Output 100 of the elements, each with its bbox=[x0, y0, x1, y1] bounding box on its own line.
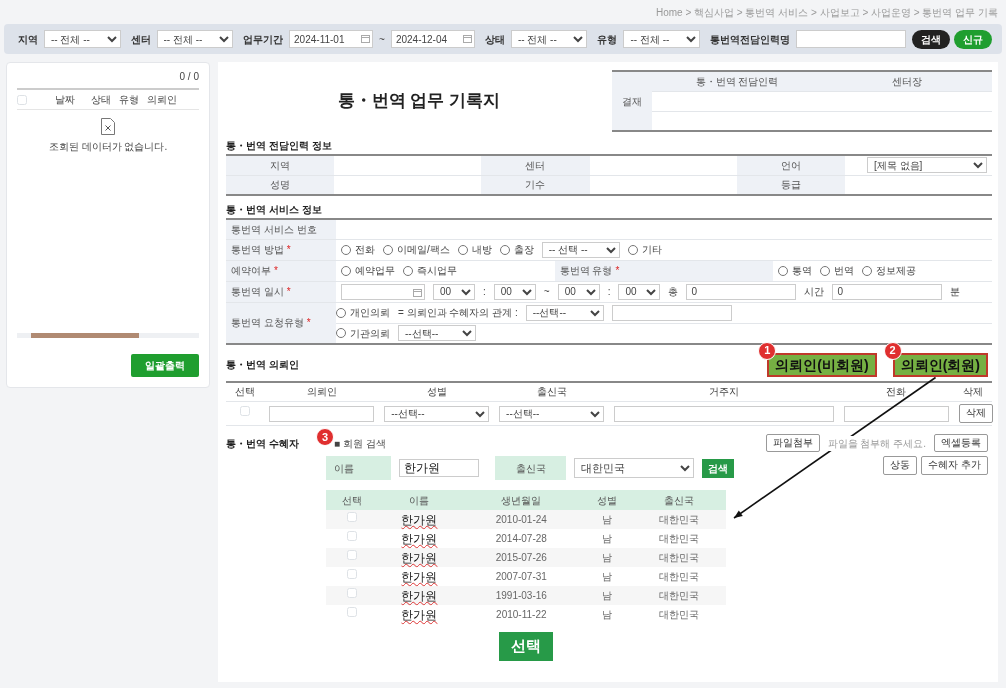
toolbar-button[interactable]: 엑셀등록 bbox=[934, 434, 988, 453]
record-count: 0 / 0 bbox=[179, 70, 199, 84]
name-field[interactable]: 한가원 bbox=[399, 459, 480, 477]
dropdown[interactable]: 00 bbox=[493, 283, 536, 300]
field-label: 성명 bbox=[226, 175, 335, 195]
member-name: 한가원 bbox=[401, 512, 438, 527]
member-name: 한가원 bbox=[401, 569, 438, 584]
field-label: 등급 bbox=[736, 175, 845, 195]
filter-label: 센터 bbox=[130, 32, 151, 47]
text-field[interactable]: 0 bbox=[686, 283, 797, 300]
option-label: 통역 bbox=[792, 264, 813, 278]
column-header: 성별 bbox=[379, 381, 495, 402]
delete-button[interactable]: 삭제 bbox=[958, 404, 993, 423]
dropdown[interactable]: 00 bbox=[433, 283, 475, 300]
gender: 남 bbox=[601, 590, 612, 601]
field-label: 통번역 요청유형 * bbox=[226, 302, 336, 344]
field-label: 이름 bbox=[326, 456, 392, 480]
country: 대한민국 bbox=[659, 571, 700, 582]
option-label: 즉시업무 bbox=[417, 264, 457, 278]
column-header: 생년월일 bbox=[461, 490, 582, 510]
country: 대한민국 bbox=[659, 552, 700, 563]
section-heading: 통・번역 수혜자 bbox=[226, 436, 300, 451]
birth-date: 2007-07-31 bbox=[495, 571, 547, 582]
option-label: 기관의뢰 bbox=[350, 326, 390, 341]
field-label: 통번역 서비스 번호 bbox=[226, 219, 336, 239]
column-header: 거주지 bbox=[608, 381, 839, 402]
section-heading: 통・번역 서비스 정보 bbox=[226, 202, 323, 217]
field-label: 통번역 일시 * bbox=[226, 281, 336, 302]
column-header: 전화 bbox=[838, 381, 954, 402]
column-header: 상태 bbox=[91, 93, 111, 107]
member-name: 한가원 bbox=[401, 588, 438, 603]
dropdown[interactable]: --선택-- bbox=[384, 405, 490, 422]
range-separator: ~ bbox=[379, 32, 385, 47]
field-label: 센터 bbox=[481, 155, 590, 175]
field-label: 통번역 유형 * bbox=[554, 260, 774, 281]
toolbar-button[interactable]: 수혜자 추가 bbox=[921, 456, 988, 475]
search-button[interactable]: 검색 bbox=[702, 458, 734, 478]
dropdown[interactable]: [제목 없음] bbox=[867, 157, 987, 174]
required-mark: * bbox=[615, 265, 620, 276]
dropdown[interactable]: -- 전체 -- bbox=[510, 30, 588, 48]
dropdown[interactable]: 00 bbox=[557, 283, 600, 300]
approval-label: 결재 bbox=[612, 71, 652, 131]
birth-date: 2014-07-28 bbox=[495, 533, 547, 544]
required-mark: * bbox=[274, 265, 278, 276]
field-label: 통번역 방법 * bbox=[226, 239, 336, 260]
search-button[interactable]: 검색 bbox=[912, 29, 950, 49]
select-button[interactable]: 선택 bbox=[499, 632, 553, 661]
member-name: 한가원 bbox=[401, 607, 438, 622]
option-label: 기타 bbox=[641, 243, 662, 257]
column-header: 선택 bbox=[226, 381, 265, 402]
option-label: 이메일/팩스 bbox=[397, 243, 450, 257]
column-header: 이름 bbox=[377, 490, 462, 510]
toolbar-button[interactable]: 파일첨부 bbox=[765, 434, 820, 453]
required-mark: * bbox=[286, 286, 291, 297]
print-all-button[interactable]: 일괄출력 bbox=[131, 354, 199, 377]
dropdown[interactable]: --선택-- bbox=[398, 325, 476, 341]
option-label: 정보제공 bbox=[876, 264, 917, 278]
column-header: 유형 bbox=[119, 93, 139, 107]
text-field[interactable]: 0 bbox=[832, 283, 943, 300]
inline-text: : bbox=[607, 285, 611, 299]
date-field[interactable]: 2024-11-01 bbox=[289, 30, 374, 48]
dropdown[interactable]: 00 bbox=[618, 283, 661, 300]
filter-label: 지역 bbox=[18, 32, 38, 47]
inline-text: = 의뢰인과 수혜자의 관계 : bbox=[398, 306, 518, 320]
member-name: 한가원 bbox=[401, 531, 438, 546]
toolbar-button[interactable]: 상동 bbox=[883, 456, 918, 475]
inline-text: : bbox=[483, 285, 486, 299]
dropdown[interactable]: 대한민국 bbox=[574, 458, 694, 478]
field-label: 지역 bbox=[226, 155, 335, 175]
new-button[interactable]: 신규 bbox=[954, 29, 992, 49]
panel-title: ■ 회원 검색 bbox=[334, 436, 386, 451]
filter-label: 상태 bbox=[484, 32, 505, 47]
filter-label: 통번역전담인력명 bbox=[709, 32, 790, 47]
option-label: 전화 bbox=[355, 243, 375, 257]
option-label: 번역 bbox=[834, 264, 855, 278]
dropdown[interactable]: --선택-- bbox=[499, 405, 604, 422]
column-header: 의뢰인 bbox=[147, 93, 177, 107]
inline-text: 시간 bbox=[804, 285, 825, 299]
inline-text: ~ bbox=[543, 285, 550, 299]
empty-message: 조회된 데이터가 없습니다. bbox=[48, 140, 168, 154]
dropdown[interactable]: -- 전체 -- bbox=[156, 30, 234, 48]
dropdown[interactable]: -- 전체 -- bbox=[623, 30, 700, 48]
column-header: 선택 bbox=[326, 490, 378, 510]
column-header: 삭제 bbox=[953, 381, 992, 402]
column-header: 출신국 bbox=[494, 381, 609, 402]
option-label: 내방 bbox=[471, 243, 492, 257]
callout-number: 1 bbox=[758, 341, 777, 360]
required-mark: * bbox=[306, 317, 311, 328]
section-heading: 통・번역 의뢰인 bbox=[226, 358, 299, 372]
dropdown[interactable]: -- 선택 -- bbox=[541, 241, 620, 258]
country: 대한민국 bbox=[659, 514, 700, 525]
field-label: 언어 bbox=[736, 155, 845, 175]
column-header: 출신국 bbox=[632, 490, 726, 510]
inline-text: 분 bbox=[950, 285, 961, 299]
dropdown[interactable]: -- 전체 -- bbox=[44, 30, 121, 48]
inline-text: 총 bbox=[668, 285, 679, 299]
date-field[interactable]: 2024-12-04 bbox=[390, 30, 475, 48]
file-hint: 파일을 첨부해 주세요. bbox=[827, 435, 926, 451]
dropdown[interactable]: --선택-- bbox=[525, 304, 604, 321]
form-title: 통・번역 업무 기록지 bbox=[337, 90, 501, 113]
